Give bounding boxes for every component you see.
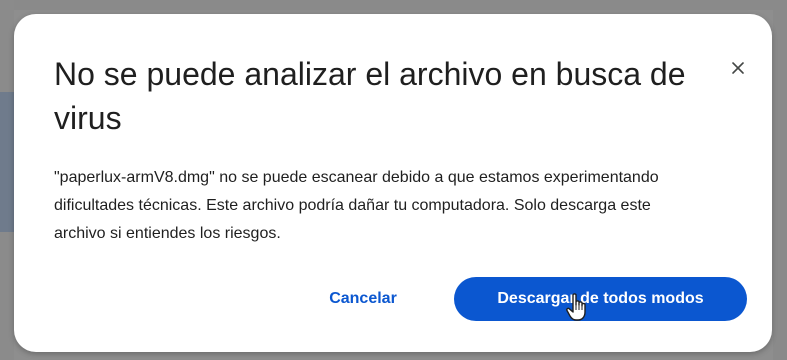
cancel-button[interactable]: Cancelar xyxy=(290,277,436,321)
backdrop-left-panel xyxy=(0,92,14,232)
close-button[interactable] xyxy=(724,54,752,82)
backdrop-top xyxy=(0,0,787,10)
dialog-message: "paperlux-armV8.dmg" no se puede escanea… xyxy=(54,169,659,242)
backdrop-right xyxy=(773,0,787,360)
close-icon xyxy=(724,54,752,82)
scan-warning-dialog: No se puede analizar el archivo en busca… xyxy=(14,14,772,352)
dialog-actions: Cancelar Descargar de todos modos xyxy=(14,277,772,321)
download-anyway-button[interactable]: Descargar de todos modos xyxy=(454,277,747,321)
dialog-title: No se puede analizar el archivo en busca… xyxy=(54,56,686,136)
